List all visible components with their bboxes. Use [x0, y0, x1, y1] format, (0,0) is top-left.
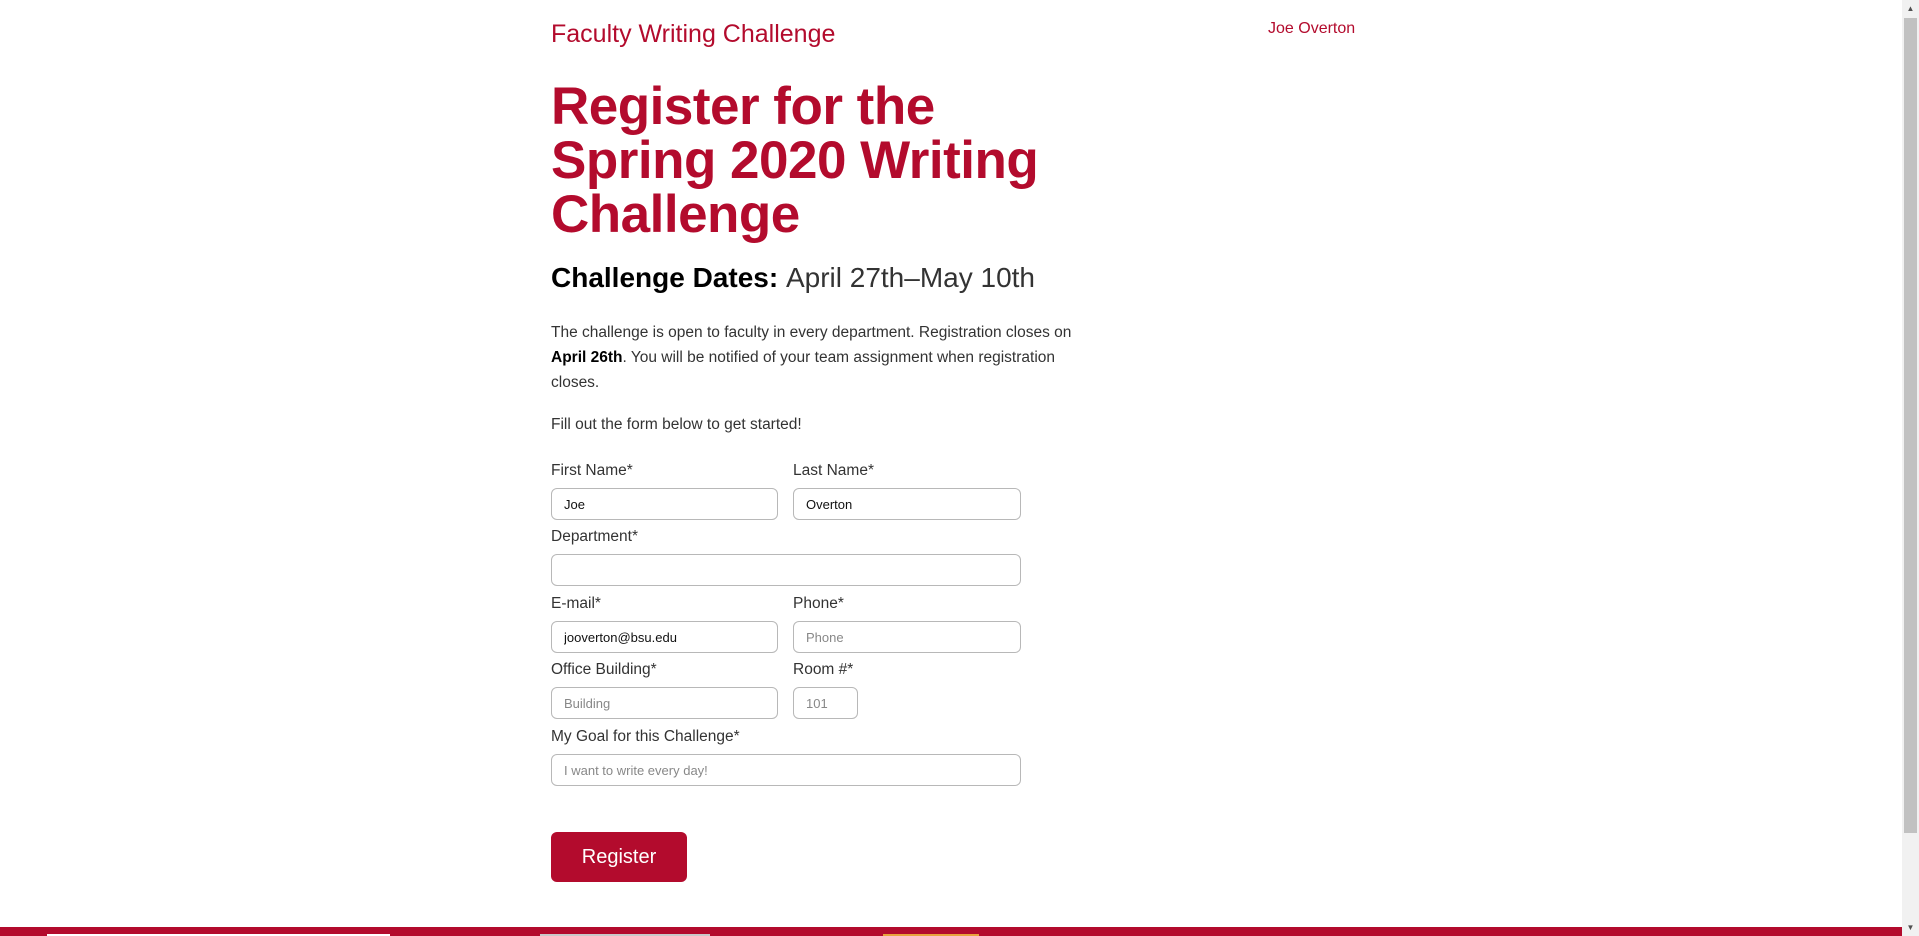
- challenge-dates-label: Challenge Dates:: [551, 262, 779, 293]
- goal-input[interactable]: [551, 754, 1021, 786]
- department-label: Department*: [551, 528, 639, 545]
- last-name-label: Last Name*: [793, 462, 874, 479]
- scrollbar-thumb[interactable]: [1904, 18, 1917, 833]
- goal-label: My Goal for this Challenge*: [551, 728, 740, 745]
- intro-text-part2: . You will be notified of your team assi…: [551, 349, 1056, 391]
- intro-text-part1: The challenge is open to faculty in ever…: [551, 324, 1072, 341]
- site-title-link[interactable]: Faculty Writing Challenge: [551, 20, 835, 49]
- phone-input[interactable]: [793, 621, 1021, 653]
- building-input[interactable]: [551, 687, 778, 719]
- first-name-input[interactable]: [551, 488, 778, 520]
- form-instructions: Fill out the form below to get started!: [551, 416, 802, 433]
- department-input[interactable]: [551, 554, 1021, 586]
- intro-paragraph: The challenge is open to faculty in ever…: [551, 320, 1091, 395]
- email-label: E-mail*: [551, 595, 601, 612]
- room-label: Room #*: [793, 661, 854, 678]
- intro-deadline: April 26th: [551, 349, 623, 366]
- phone-label: Phone*: [793, 595, 844, 612]
- last-name-input[interactable]: [793, 488, 1021, 520]
- email-input[interactable]: [551, 621, 778, 653]
- page-title: Register for the Spring 2020 Writing Cha…: [551, 77, 1039, 244]
- room-input[interactable]: [793, 687, 858, 719]
- scroll-up-arrow-icon[interactable]: ▲: [1902, 0, 1919, 17]
- first-name-label: First Name*: [551, 462, 633, 479]
- register-button[interactable]: Register: [551, 832, 687, 882]
- challenge-dates-value: April 27th–May 10th: [785, 262, 1035, 293]
- vertical-scrollbar[interactable]: ▲ ▼: [1902, 0, 1919, 936]
- scroll-down-arrow-icon[interactable]: ▼: [1902, 919, 1919, 936]
- user-name-link[interactable]: Joe Overton: [1268, 20, 1355, 38]
- page: Faculty Writing Challenge Joe Overton Re…: [0, 0, 1919, 936]
- building-label: Office Building*: [551, 661, 657, 678]
- challenge-dates: Challenge Dates: April 27th–May 10th: [551, 262, 1035, 294]
